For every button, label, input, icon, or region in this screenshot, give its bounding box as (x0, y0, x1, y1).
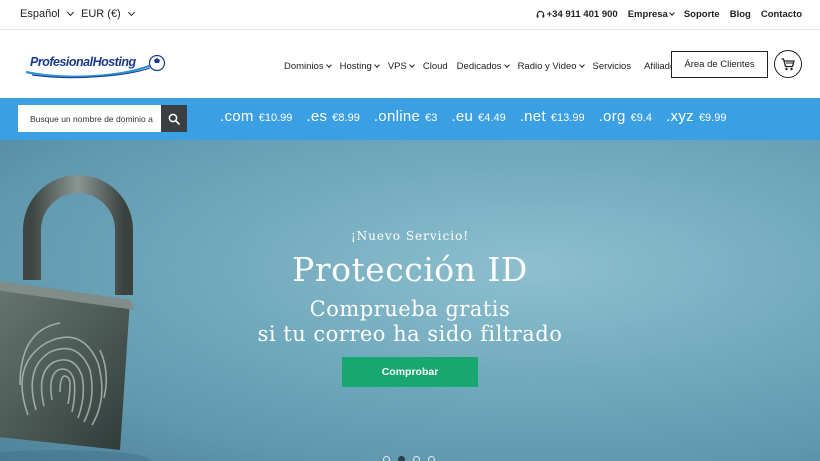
nav-label: Cloud (422, 61, 448, 72)
tld-item[interactable]: .online €3 (374, 108, 438, 125)
top-bar: Español EUR (€) +34 911 401 900 Empresa … (0, 0, 820, 30)
chevron-down-icon (409, 62, 415, 68)
tld-extension: .es (306, 108, 328, 125)
tld-price: €4.49 (478, 112, 506, 124)
tld-item[interactable]: .xyz €9.99 (666, 108, 726, 125)
check-button[interactable]: Comprobar (342, 357, 478, 387)
slider-dot-1[interactable] (383, 456, 390, 461)
hero-subtitle-line2: si tu correo ha sido filtrado (257, 322, 563, 346)
main-nav: Dominios Hosting VPS Cloud Dedicados Rad… (284, 61, 680, 72)
nav-label: Radio y Video (517, 61, 577, 72)
empresa-label: Empresa (627, 9, 668, 20)
slider-dots (383, 456, 435, 461)
tld-extension: .com (220, 108, 254, 125)
hero-title: Protección ID (292, 250, 528, 289)
nav-item-dedicados[interactable]: Dedicados (456, 61, 510, 72)
nav-item-servicios[interactable]: Servicios (593, 61, 632, 72)
hero-subtitle: Comprueba gratis si tu correo ha sido fi… (0, 297, 820, 347)
tld-price: €13.99 (550, 112, 585, 124)
hero-slider: ¡Nuevo Servicio! Protección ID Comprueba… (0, 140, 820, 461)
search-icon (168, 113, 180, 125)
nav-label: Dedicados (456, 61, 502, 72)
chevron-down-icon (325, 62, 332, 68)
domain-search-bar: .com €10.99 .es €8.99 .online €3 .eu €4.49 .… (0, 98, 820, 140)
chevron-down-icon (503, 62, 510, 68)
chevron-down-icon (668, 10, 675, 16)
tld-extension: .xyz (666, 108, 694, 125)
tld-price: €9.4 (630, 112, 653, 124)
domain-search-button[interactable] (161, 105, 187, 132)
nav-item-radio-video[interactable]: Radio y Video (517, 61, 585, 72)
headset-icon (536, 10, 544, 18)
slider-dot-4[interactable] (428, 456, 435, 461)
tld-item[interactable]: .eu €4.49 (451, 108, 505, 125)
hero-kicker: ¡Nuevo Servicio! (350, 229, 470, 243)
nav-link-empresa[interactable]: Empresa (627, 9, 675, 20)
tld-item[interactable]: .es €8.99 (306, 108, 359, 125)
tld-item[interactable]: .net €13.99 (520, 108, 585, 125)
tld-extension: .eu (451, 108, 474, 125)
tld-price: €8.99 (332, 112, 360, 124)
tld-price-list: .com €10.99 .es €8.99 .online €3 .eu €4.49 .… (220, 108, 740, 125)
nav-label: Hosting (339, 61, 372, 72)
phone-link[interactable]: +34 911 401 900 (536, 9, 618, 20)
slider-dot-3[interactable] (413, 456, 420, 461)
tld-extension: .online (373, 108, 421, 125)
nav-link-blog[interactable]: Blog (730, 9, 751, 20)
tld-extension: .net (519, 108, 546, 125)
nav-link-contacto[interactable]: Contacto (761, 9, 802, 20)
cart-icon (781, 57, 795, 70)
nav-item-vps[interactable]: VPS (387, 61, 415, 72)
nav-label: VPS (387, 61, 407, 72)
tld-price: €9.99 (698, 112, 727, 124)
tld-price: €3 (425, 112, 438, 124)
tld-price: €10.99 (258, 112, 293, 124)
nav-label: Servicios (592, 61, 632, 72)
tld-item[interactable]: .org €9.4 (599, 108, 652, 125)
domain-search-input[interactable] (18, 105, 161, 132)
nav-item-cloud[interactable]: Cloud (423, 61, 448, 72)
logo[interactable]: ProfesionalHosting (22, 50, 167, 80)
nav-item-hosting[interactable]: Hosting (339, 61, 380, 72)
cart-button[interactable] (774, 50, 802, 78)
slider-dot-2[interactable] (398, 456, 405, 461)
tld-extension: .org (598, 108, 626, 125)
logo-text: ProfesionalHosting (30, 55, 136, 69)
currency-select[interactable]: EUR (€) (81, 8, 135, 20)
nav-link-soporte[interactable]: Soporte (684, 9, 720, 20)
chevron-down-icon (578, 62, 585, 68)
chevron-down-icon (127, 8, 135, 17)
hero-subtitle-line1: Comprueba gratis (309, 297, 511, 321)
nav-label: Dominios (284, 61, 324, 72)
language-label: Español (20, 8, 60, 20)
phone-number: +34 911 401 900 (546, 9, 618, 20)
chevron-down-icon (373, 62, 380, 68)
nav-item-dominios[interactable]: Dominios (284, 61, 332, 72)
client-area-button[interactable]: Área de Clientes (671, 51, 768, 78)
tld-item[interactable]: .com €10.99 (220, 108, 292, 125)
language-select[interactable]: Español (20, 8, 74, 20)
currency-label: EUR (€) (81, 8, 121, 20)
main-header: ProfesionalHosting Dominios Hosting VPS … (0, 30, 820, 98)
chevron-down-icon (66, 8, 74, 17)
